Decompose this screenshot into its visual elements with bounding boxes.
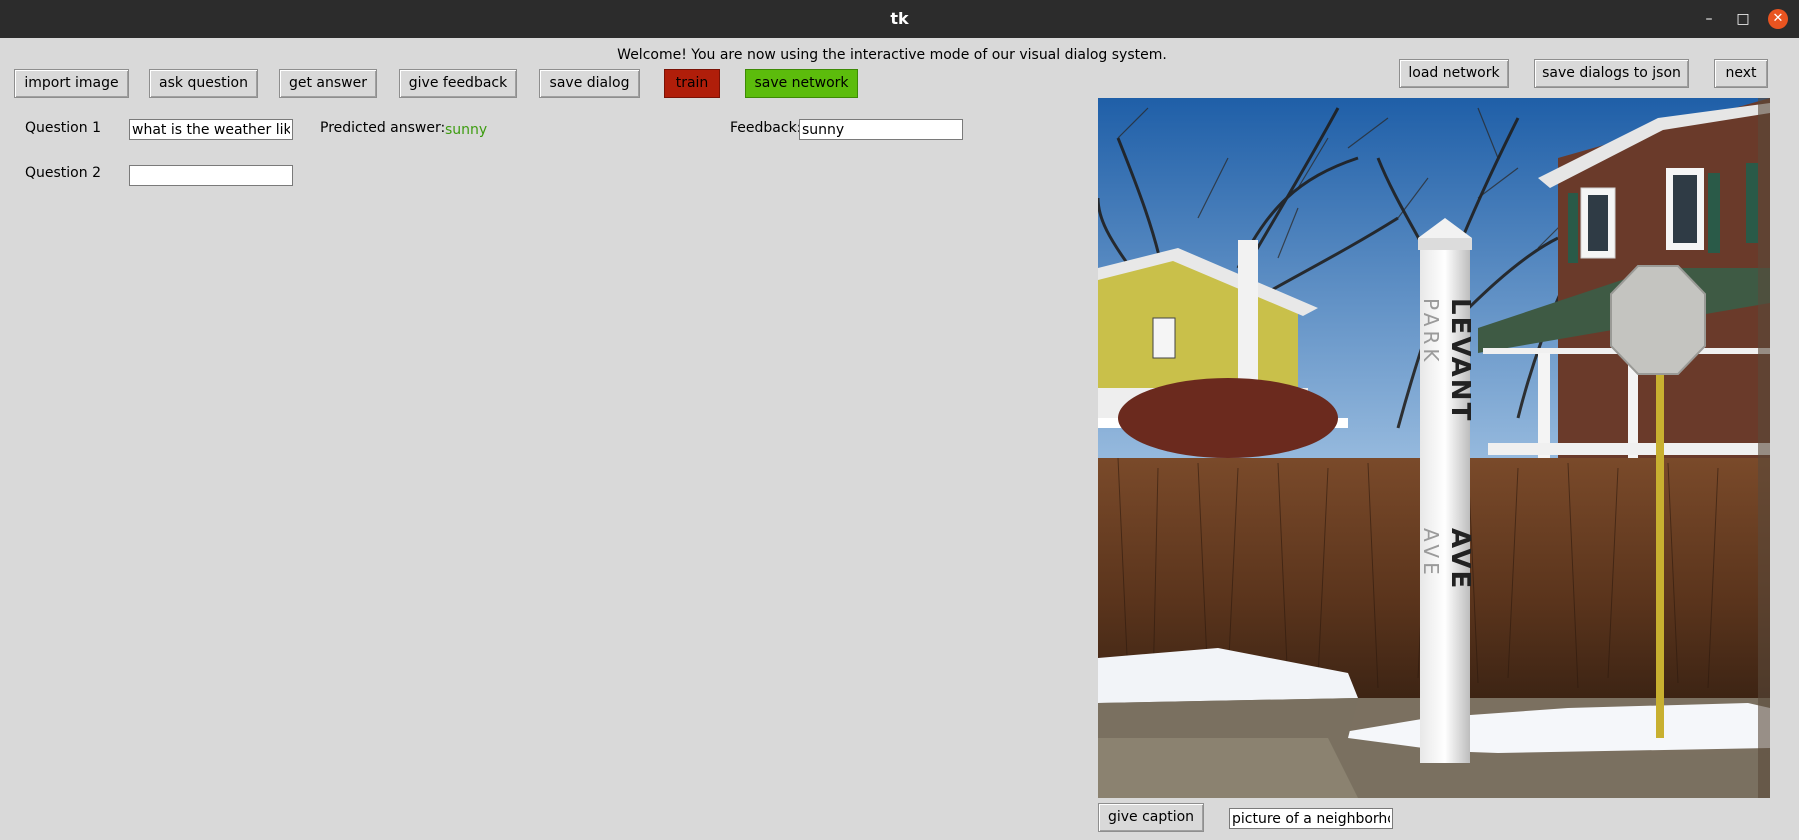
ask-question-button[interactable]: ask question [149, 69, 258, 98]
question-2-input[interactable] [129, 165, 293, 186]
question-1-label: Question 1 [25, 120, 101, 136]
predicted-answer-label: Predicted answer: [320, 120, 446, 136]
next-button[interactable]: next [1714, 59, 1768, 88]
question-2-field[interactable] [132, 166, 290, 185]
save-dialogs-to-json-button[interactable]: save dialogs to json [1534, 59, 1689, 88]
question-1-field[interactable] [132, 120, 290, 139]
minimize-icon[interactable]: – [1699, 9, 1719, 29]
maximize-icon[interactable]: □ [1733, 9, 1753, 29]
give-caption-button[interactable]: give caption [1098, 803, 1204, 832]
close-icon[interactable]: ✕ [1768, 9, 1788, 29]
load-network-button[interactable]: load network [1399, 59, 1509, 88]
window-titlebar: tk – □ ✕ [0, 0, 1799, 38]
question-2-label: Question 2 [25, 165, 101, 181]
sign-faded-suffix: AVE [1419, 528, 1443, 579]
feedback-label: Feedback: [730, 120, 802, 136]
predicted-answer-value: sunny [445, 122, 488, 138]
window-title: tk [890, 9, 909, 28]
save-network-button[interactable]: save network [745, 69, 858, 98]
import-image-button[interactable]: import image [14, 69, 129, 98]
get-answer-button[interactable]: get answer [279, 69, 377, 98]
give-feedback-button[interactable]: give feedback [399, 69, 517, 98]
caption-field[interactable] [1232, 809, 1390, 828]
caption-input[interactable] [1229, 808, 1393, 829]
sign-faded-name: PARK [1419, 298, 1443, 365]
image-display: LEVANT AVE PARK AVE [1098, 98, 1770, 798]
feedback-field[interactable] [802, 120, 960, 139]
train-button[interactable]: train [664, 69, 720, 98]
question-1-input[interactable] [129, 119, 293, 140]
welcome-message: Welcome! You are now using the interacti… [617, 47, 1167, 63]
sign-street-suffix: AVE [1445, 528, 1475, 590]
main-window: Welcome! You are now using the interacti… [0, 38, 1799, 840]
feedback-input[interactable] [799, 119, 963, 140]
street-photo: LEVANT AVE PARK AVE [1098, 98, 1770, 798]
sign-street-name: LEVANT [1445, 298, 1475, 422]
save-dialog-button[interactable]: save dialog [539, 69, 640, 98]
